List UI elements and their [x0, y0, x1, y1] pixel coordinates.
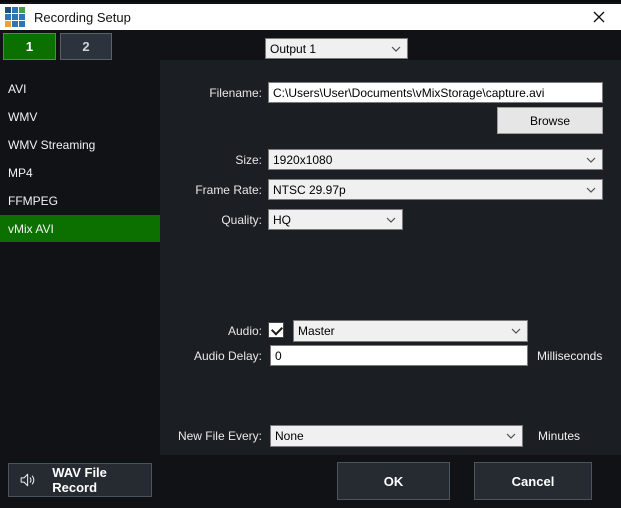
- vmix-logo-icon: [5, 7, 25, 27]
- sidebar-item-label: MP4: [8, 166, 33, 180]
- size-select-value: 1920x1080: [273, 152, 333, 167]
- chevron-down-icon: [586, 157, 596, 163]
- sidebar-item-label: WMV: [8, 110, 38, 124]
- chevron-down-icon: [586, 187, 596, 193]
- output-select-value: Output 1: [270, 41, 317, 56]
- browse-button[interactable]: Browse: [497, 107, 603, 134]
- chevron-down-icon: [386, 217, 396, 223]
- audio-delay-unit: Milliseconds: [537, 349, 603, 363]
- new-file-every-value: None: [275, 429, 304, 443]
- chevron-down-icon: [511, 328, 521, 334]
- quality-select-value: HQ: [273, 212, 291, 227]
- new-file-every-select[interactable]: None: [270, 425, 523, 447]
- output-select[interactable]: Output 1: [265, 38, 408, 59]
- filename-input[interactable]: C:\Users\User\Documents\vMixStorage\capt…: [268, 82, 603, 103]
- new-file-every-unit: Minutes: [538, 429, 581, 443]
- audio-checkbox[interactable]: [268, 322, 284, 338]
- sidebar-item-wmv[interactable]: WMV: [0, 103, 160, 131]
- window-title: Recording Setup: [34, 9, 131, 25]
- sidebar-item-vmix-avi[interactable]: vMix AVI: [0, 215, 160, 242]
- new-file-every-label: New File Every:: [177, 429, 262, 443]
- audio-label: Audio:: [227, 324, 262, 338]
- quality-label: Quality:: [221, 213, 262, 227]
- audio-delay-label: Audio Delay:: [193, 349, 262, 363]
- audio-delay-input[interactable]: 0: [270, 345, 528, 366]
- audio-source-select[interactable]: Master: [293, 320, 528, 342]
- sidebar-item-ffmpeg[interactable]: FFMPEG: [0, 187, 160, 215]
- wav-file-record-label: WAV File Record: [52, 465, 107, 495]
- sidebar-item-label: vMix AVI: [8, 221, 54, 236]
- cancel-button[interactable]: Cancel: [474, 462, 592, 500]
- speaker-icon: [20, 473, 35, 487]
- size-select[interactable]: 1920x1080: [268, 149, 603, 170]
- frame-rate-select-value: NTSC 29.97p: [273, 182, 346, 197]
- ok-button[interactable]: OK: [337, 462, 450, 500]
- audio-delay-value: 0: [275, 348, 282, 363]
- sidebar-item-avi[interactable]: AVI: [0, 75, 160, 103]
- sidebar-item-wmv-streaming[interactable]: WMV Streaming: [0, 131, 160, 159]
- title-bar: Recording Setup: [0, 4, 621, 30]
- frame-rate-select[interactable]: NTSC 29.97p: [268, 179, 603, 200]
- recording-setup-dialog: Recording Setup 1 2 Output 1 AVI WMV WMV…: [0, 0, 621, 508]
- audio-source-value: Master: [298, 324, 335, 338]
- filename-label: Filename:: [209, 86, 262, 100]
- size-label: Size:: [235, 153, 262, 167]
- sidebar-item-mp4[interactable]: MP4: [0, 159, 160, 187]
- tab-output-1[interactable]: 1: [3, 33, 56, 60]
- close-icon[interactable]: [577, 4, 621, 30]
- tab-output-2[interactable]: 2: [60, 33, 112, 60]
- chevron-down-icon: [391, 46, 401, 52]
- filename-value: C:\Users\User\Documents\vMixStorage\capt…: [273, 85, 545, 100]
- wav-file-record-button[interactable]: WAV File Record: [8, 463, 152, 497]
- sidebar-item-label: AVI: [8, 82, 27, 96]
- sidebar-item-label: FFMPEG: [8, 194, 58, 208]
- frame-rate-label: Frame Rate:: [195, 183, 262, 197]
- sidebar-item-label: WMV Streaming: [8, 138, 96, 152]
- chevron-down-icon: [506, 433, 516, 439]
- quality-select[interactable]: HQ: [268, 209, 403, 230]
